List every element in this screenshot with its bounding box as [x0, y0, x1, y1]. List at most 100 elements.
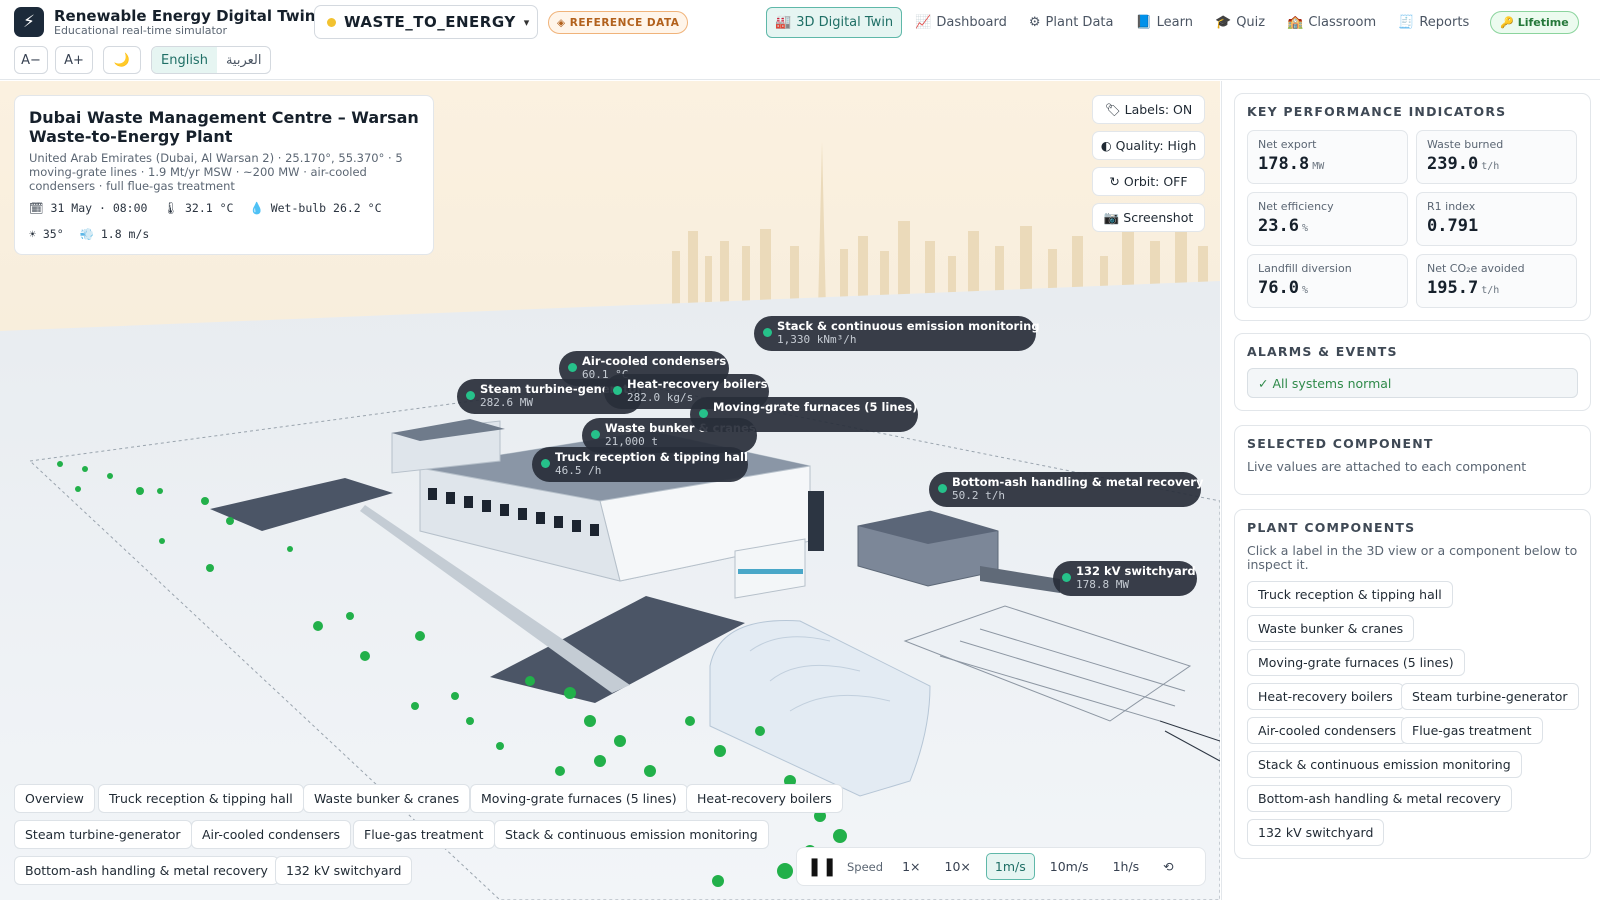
gear-icon: ⚙: [1028, 15, 1041, 30]
speed-label: Speed: [847, 859, 884, 874]
component-steam-turbine[interactable]: Steam turbine-generator: [1401, 683, 1579, 710]
lifetime-license-badge[interactable]: 🔑 Lifetime: [1490, 11, 1579, 34]
nav-label: Plant Data: [1045, 15, 1114, 30]
speed-1x-button[interactable]: 1×: [893, 853, 929, 880]
nav-label: Reports: [1419, 15, 1470, 30]
site-description: United Arab Emirates (Dubai, Al Warsan 2…: [29, 151, 403, 193]
kpi-label: Net CO₂e avoided: [1427, 262, 1525, 275]
scene-label-truck-reception[interactable]: Truck reception & tipping hall 46.5 /h: [532, 447, 748, 482]
site-title: Dubai Waste Management Centre – Warsan W…: [29, 108, 419, 146]
component-bottom-ash[interactable]: Bottom-ash handling & metal recovery: [1247, 785, 1512, 812]
chevron-down-icon: ▾: [523, 15, 530, 29]
scene-label-stack-cems[interactable]: Stack & continuous emission monitoring 1…: [754, 316, 1040, 351]
chip-heat-recovery-boilers[interactable]: Heat-recovery boilers: [686, 784, 843, 813]
component-flue-gas-treatment[interactable]: Flue-gas treatment: [1401, 717, 1543, 744]
kpi-value: 195.7: [1427, 278, 1479, 298]
nav-dashboard[interactable]: 📈 Dashboard: [906, 7, 1016, 38]
scene-label-bottom-ash[interactable]: Bottom-ash handling & metal recovery 50.…: [929, 472, 1204, 507]
kpi-label: Landfill diversion: [1258, 262, 1352, 275]
sun-elevation-readout: ☀ 35°: [29, 227, 64, 241]
scene-label-name: Truck reception & tipping hall: [555, 450, 748, 464]
kpi-r1-index: R1 index 0.791: [1416, 192, 1577, 246]
pause-icon[interactable]: ❚❚: [807, 856, 837, 877]
component-heat-recovery-boilers[interactable]: Heat-recovery boilers: [1247, 683, 1404, 710]
reference-data-badge: ◈ REFERENCE DATA: [548, 11, 689, 34]
component-stack-cems[interactable]: Stack & continuous emission monitoring: [1247, 751, 1522, 778]
main-nav: 🏭 3D Digital Twin 📈 Dashboard ⚙ Plant Da…: [766, 7, 1579, 38]
kpi-net-co2e-avoided: Net CO₂e avoided 195.7 t/h: [1416, 254, 1577, 308]
component-moving-grate-furnaces[interactable]: Moving-grate furnaces (5 lines): [1247, 649, 1465, 676]
status-dot-icon: [591, 430, 600, 439]
status-dot-icon: [466, 391, 475, 400]
language-toggle: English العربية: [151, 46, 272, 74]
chip-truck-reception[interactable]: Truck reception & tipping hall: [98, 784, 304, 813]
screenshot-button[interactable]: 📷 Screenshot: [1092, 203, 1205, 232]
speed-10m-per-s-button[interactable]: 10m/s: [1041, 853, 1098, 880]
status-dot-icon: [1062, 573, 1071, 582]
component-switchyard[interactable]: 132 kV switchyard: [1247, 819, 1385, 846]
nav-classroom[interactable]: 🏫 Classroom: [1278, 7, 1385, 38]
speed-1m-per-s-button[interactable]: 1m/s: [985, 853, 1035, 880]
chart-icon: 📈: [915, 15, 932, 30]
alarm-status: ✓ All systems normal: [1247, 368, 1578, 398]
labels-toggle-button[interactable]: 🏷 Labels: ON: [1092, 95, 1205, 124]
status-dot-icon: [541, 459, 550, 468]
chip-switchyard[interactable]: 132 kV switchyard: [275, 856, 413, 885]
chip-flue-gas-treatment[interactable]: Flue-gas treatment: [353, 820, 495, 849]
kpi-label: Waste burned: [1427, 138, 1504, 151]
nav-label: 3D Digital Twin: [796, 15, 894, 30]
font-increase-button[interactable]: A+: [55, 46, 93, 74]
nav-3d-digital-twin[interactable]: 🏭 3D Digital Twin: [766, 7, 903, 38]
component-air-cooled-condensers[interactable]: Air-cooled condensers: [1247, 717, 1407, 744]
scene-label-name: Bottom-ash handling & metal recovery: [952, 475, 1204, 489]
scene-label-switchyard[interactable]: 132 kV switchyard 178.8 MW: [1053, 561, 1197, 596]
nav-learn[interactable]: 📘 Learn: [1126, 7, 1202, 38]
components-hint: Click a label in the 3D view or a compon…: [1247, 543, 1578, 572]
kpi-heading: KEY PERFORMANCE INDICATORS: [1247, 104, 1507, 119]
chip-overview[interactable]: Overview: [14, 784, 95, 813]
components-heading: PLANT COMPONENTS: [1247, 520, 1416, 535]
chip-stack-cems[interactable]: Stack & continuous emission monitoring: [494, 820, 769, 849]
book-icon: 📘: [1135, 15, 1152, 30]
date-time-readout: 🗓 31 May · 08:00: [29, 201, 148, 215]
chip-steam-turbine[interactable]: Steam turbine-generator: [14, 820, 192, 849]
kpi-landfill-diversion: Landfill diversion 76.0%: [1247, 254, 1408, 308]
kpi-waste-burned: Waste burned 239.0 t/h: [1416, 130, 1577, 184]
kpi-net-export: Net export 178.8 MW: [1247, 130, 1408, 184]
kpi-value: 76.0: [1258, 278, 1299, 298]
chip-waste-bunker[interactable]: Waste bunker & cranes: [303, 784, 471, 813]
receipt-icon: 🧾: [1398, 15, 1415, 30]
status-dot-icon: [613, 386, 622, 395]
font-decrease-button[interactable]: A−: [14, 46, 48, 74]
lang-arabic-button[interactable]: العربية: [217, 47, 271, 73]
kpi-label: Net efficiency: [1258, 200, 1334, 213]
scene-label-value: 1,330 kNm³/h: [777, 333, 857, 346]
speed-1h-per-s-button[interactable]: 1h/s: [1104, 853, 1149, 880]
theme-toggle-moon-icon[interactable]: 🌙: [103, 46, 141, 74]
app-subtitle: Educational real-time simulator: [54, 24, 228, 37]
kpi-net-efficiency: Net efficiency 23.6%: [1247, 192, 1408, 246]
scene-label-name: 132 kV switchyard: [1076, 564, 1196, 578]
component-waste-bunker[interactable]: Waste bunker & cranes: [1247, 615, 1415, 642]
nav-reports[interactable]: 🧾 Reports: [1389, 7, 1478, 38]
chip-air-cooled-condensers[interactable]: Air-cooled condensers: [191, 820, 351, 849]
chip-moving-grate-furnaces[interactable]: Moving-grate furnaces (5 lines): [470, 784, 688, 813]
status-dot-icon: [763, 328, 772, 337]
plant-status-dot-icon: [327, 17, 336, 27]
kpi-label: Net export: [1258, 138, 1317, 151]
component-truck-reception[interactable]: Truck reception & tipping hall: [1247, 581, 1453, 608]
chip-bottom-ash[interactable]: Bottom-ash handling & metal recovery: [14, 856, 279, 885]
plant-type-value: WASTE_TO_ENERGY: [344, 13, 516, 31]
alarms-heading: ALARMS & EVENTS: [1247, 344, 1398, 359]
lang-english-button[interactable]: English: [152, 47, 217, 73]
quality-toggle-button[interactable]: ◐ Quality: High: [1092, 131, 1205, 160]
plant-type-select[interactable]: WASTE_TO_ENERGY ▾: [314, 5, 538, 39]
selected-hint: Live values are attached to each compone…: [1247, 459, 1527, 474]
reset-icon[interactable]: ⟲: [1154, 853, 1182, 880]
scene-label-moving-grate-furnaces[interactable]: Moving-grate furnaces (5 lines): [690, 397, 918, 432]
speed-10x-button[interactable]: 10×: [936, 853, 980, 880]
orbit-toggle-button[interactable]: ↻ Orbit: OFF: [1092, 167, 1205, 196]
nav-plant-data[interactable]: ⚙ Plant Data: [1020, 7, 1123, 38]
nav-quiz[interactable]: 🎓 Quiz: [1206, 7, 1274, 38]
graduation-cap-icon: 🎓: [1215, 15, 1232, 30]
